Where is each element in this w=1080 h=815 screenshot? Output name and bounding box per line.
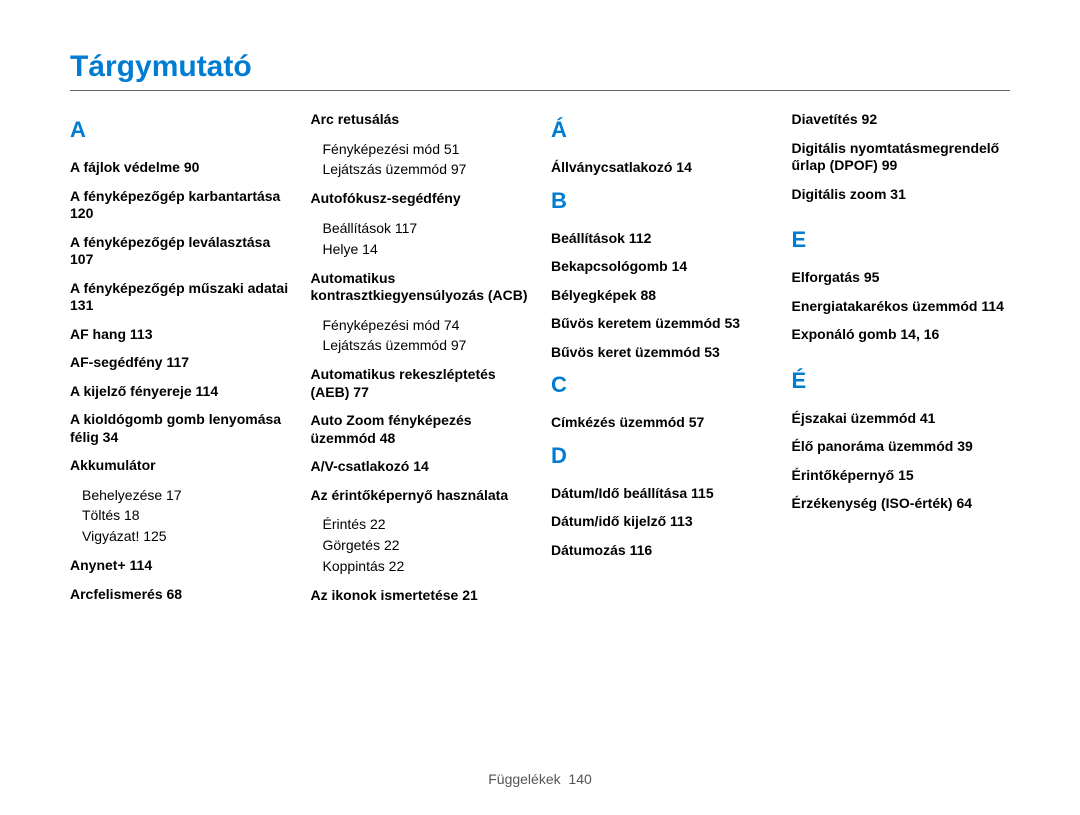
index-entry: A fényképezőgép műszaki adatai 131 bbox=[70, 280, 289, 315]
column-2: Arc retusálásFényképezési mód 51Lejátszá… bbox=[311, 111, 530, 616]
index-entry: Automatikus rekeszléptetés (AEB) 77 bbox=[311, 366, 530, 401]
index-entry: A fájlok védelme 90 bbox=[70, 159, 289, 177]
index-entry: Diavetítés 92 bbox=[792, 111, 1011, 129]
index-entry: Az ikonok ismertetése 21 bbox=[311, 587, 530, 605]
footer: Függelékek 140 bbox=[70, 771, 1010, 787]
index-subentry: Koppintás 22 bbox=[323, 557, 530, 576]
footer-label: Függelékek bbox=[488, 771, 560, 787]
index-subentry: Beállítások 117 bbox=[323, 219, 530, 238]
index-entry: AF hang 113 bbox=[70, 326, 289, 344]
sub-group: Fényképezési mód 51Lejátszás üzemmód 97 bbox=[311, 140, 530, 180]
sub-group: Fényképezési mód 74Lejátszás üzemmód 97 bbox=[311, 316, 530, 356]
index-entry: Anynet+ 114 bbox=[70, 557, 289, 575]
index-entry: Arc retusálás bbox=[311, 111, 530, 129]
index-entry: A fényképezőgép karbantartása 120 bbox=[70, 188, 289, 223]
column-4: Diavetítés 92 Digitális nyomtatásmegrende… bbox=[792, 111, 1011, 616]
index-entry: A kioldógomb gomb lenyomása félig 34 bbox=[70, 411, 289, 446]
column-1: A A fájlok védelme 90 A fényképezőgép karb… bbox=[70, 111, 289, 616]
index-entry: Címkézés üzemmód 57 bbox=[551, 414, 770, 432]
index-subentry: Görgetés 22 bbox=[323, 536, 530, 555]
index-entry: Automatikus kontrasztkiegyensúlyozás (AC… bbox=[311, 270, 530, 305]
index-entry: Bűvös keretem üzemmód 53 bbox=[551, 315, 770, 333]
index-entry: Bűvös keret üzemmód 53 bbox=[551, 344, 770, 362]
section-letter: E bbox=[792, 227, 1011, 253]
index-entry: Állványcsatlakozó 14 bbox=[551, 159, 770, 177]
index-entry: A kijelző fényereje 114 bbox=[70, 383, 289, 401]
column-3: Á Állványcsatlakozó 14 B Beállítások 112 Bek… bbox=[551, 111, 770, 616]
index-entry: Autofókusz-segédfény bbox=[311, 190, 530, 208]
index-entry: Élő panoráma üzemmód 39 bbox=[792, 438, 1011, 456]
index-entry: Arcfelismerés 68 bbox=[70, 586, 289, 604]
index-entry: Exponáló gomb 14, 16 bbox=[792, 326, 1011, 344]
section-letter: É bbox=[792, 368, 1011, 394]
index-entry: Akkumulátor bbox=[70, 457, 289, 475]
divider bbox=[70, 90, 1010, 91]
sub-group: Behelyezése 17Töltés 18 Vigyázat! 125 bbox=[70, 486, 289, 547]
index-entry: Dátum/idő kijelző 113 bbox=[551, 513, 770, 531]
index-entry: Az érintőképernyő használata bbox=[311, 487, 530, 505]
index-entry: Érintőképernyő 15 bbox=[792, 467, 1011, 485]
index-entry: Bélyegképek 88 bbox=[551, 287, 770, 305]
sub-group: Érintés 22 Görgetés 22 Koppintás 22 bbox=[311, 515, 530, 576]
section-letter: B bbox=[551, 188, 770, 214]
index-subentry: Lejátszás üzemmód 97 bbox=[323, 336, 530, 355]
section-letter: D bbox=[551, 443, 770, 469]
footer-page: 140 bbox=[568, 771, 591, 787]
index-entry: Energiatakarékos üzemmód 114 bbox=[792, 298, 1011, 316]
index-entry: Dátum/Idő beállítása 115 bbox=[551, 485, 770, 503]
index-entry: Érzékenység (ISO-érték) 64 bbox=[792, 495, 1011, 513]
index-entry: A fényképezőgép leválasztása 107 bbox=[70, 234, 289, 269]
section-letter: A bbox=[70, 117, 289, 143]
index-entry: Digitális nyomtatásmegrendelő űrlap (DPO… bbox=[792, 140, 1011, 175]
index-entry: Éjszakai üzemmód 41 bbox=[792, 410, 1011, 428]
index-subentry: Behelyezése 17 bbox=[82, 486, 289, 505]
section-letter: C bbox=[551, 372, 770, 398]
index-subentry: Helye 14 bbox=[323, 240, 530, 259]
index-entry: Dátumozás 116 bbox=[551, 542, 770, 560]
index-entry: Elforgatás 95 bbox=[792, 269, 1011, 287]
index-subentry: Lejátszás üzemmód 97 bbox=[323, 160, 530, 179]
index-entry: Beállítások 112 bbox=[551, 230, 770, 248]
index-subentry: Vigyázat! 125 bbox=[82, 527, 289, 546]
index-subentry: Fényképezési mód 51 bbox=[323, 140, 530, 159]
index-entry: Bekapcsológomb 14 bbox=[551, 258, 770, 276]
sub-group: Beállítások 117 Helye 14 bbox=[311, 219, 530, 259]
index-columns: A A fájlok védelme 90 A fényképezőgép karb… bbox=[70, 111, 1010, 616]
index-entry: AF-segédfény 117 bbox=[70, 354, 289, 372]
section-letter: Á bbox=[551, 117, 770, 143]
index-subentry: Töltés 18 bbox=[82, 506, 289, 525]
index-entry: A/V-csatlakozó 14 bbox=[311, 458, 530, 476]
index-entry: Digitális zoom 31 bbox=[792, 186, 1011, 204]
index-entry: Auto Zoom fényképezés üzemmód 48 bbox=[311, 412, 530, 447]
index-subentry: Érintés 22 bbox=[323, 515, 530, 534]
page-title: Tárgymutató bbox=[70, 50, 1010, 84]
index-subentry: Fényképezési mód 74 bbox=[323, 316, 530, 335]
